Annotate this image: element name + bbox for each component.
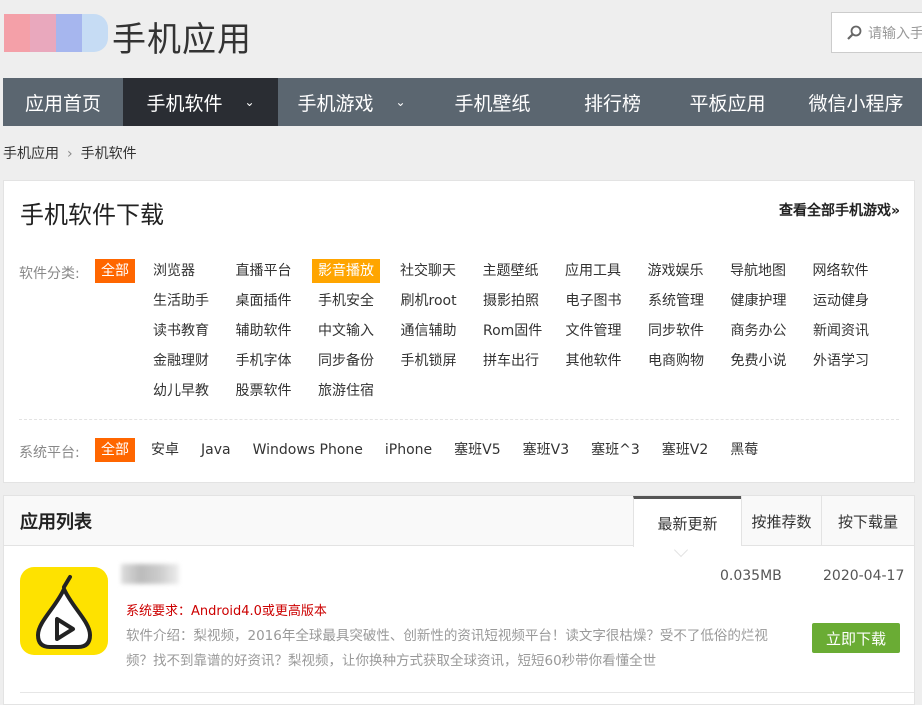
platform-list: 全部安卓 Java Windows Phone iPhone 塞班V5 塞班V3 塞班^3 塞… (95, 438, 764, 462)
category-item[interactable]: 桌面插件 (230, 289, 313, 313)
category-item[interactable]: 股票软件 (230, 379, 313, 403)
category-item[interactable]: 幼儿早教 (147, 379, 230, 403)
search-placeholder: 请输入手 (868, 23, 922, 43)
filter-panel: 手机软件下载 查看全部手机游戏» 软件分类: 全部 浏览器直播平台影音播放社交聊… (3, 180, 915, 483)
category-item[interactable]: 免费小说 (725, 349, 808, 373)
category-item[interactable]: 通信辅助 (395, 319, 478, 343)
nav-item-label: 平板应用 (689, 89, 765, 116)
category-item[interactable]: 手机字体 (230, 349, 313, 373)
app-date: 2020-04-17 (823, 568, 904, 584)
nav-item-label: 微信小程序 (808, 89, 903, 116)
category-item[interactable]: 电商购物 (642, 349, 725, 373)
nav-item[interactable]: 手机软件 ⌄ (123, 78, 278, 126)
category-list: 浏览器直播平台影音播放社交聊天主题壁纸应用工具游戏娱乐导航地图网络软件生活助手桌… (147, 259, 907, 409)
platform-item[interactable]: 塞班V5 (448, 438, 506, 462)
breadcrumb-home[interactable]: 手机应用 (3, 146, 59, 162)
category-item[interactable]: 同步软件 (642, 319, 725, 343)
category-item[interactable]: 金融理财 (147, 349, 230, 373)
app-icon[interactable] (20, 567, 108, 655)
category-item[interactable]: 手机锁屏 (395, 349, 478, 373)
category-item[interactable]: Rom固件 (477, 319, 560, 343)
category-item[interactable]: 同步备份 (312, 349, 395, 373)
category-item[interactable]: 摄影拍照 (477, 289, 560, 313)
platform-item[interactable]: 塞班V2 (656, 438, 714, 462)
category-item[interactable]: 中文输入 (312, 319, 395, 343)
nav-item-label: 手机软件 (146, 89, 222, 116)
platform-label: 系统平台: (19, 442, 80, 462)
divider (19, 419, 899, 420)
category-item[interactable]: 新闻资讯 (807, 319, 890, 343)
category-item[interactable]: 应用工具 (559, 259, 642, 283)
view-all-link[interactable]: 查看全部手机游戏» (779, 200, 900, 220)
chevron-down-icon[interactable]: ⌄ (244, 95, 254, 109)
category-all[interactable]: 全部 (95, 259, 135, 283)
nav-item-label: 手机游戏 (297, 89, 373, 116)
platform-item[interactable]: 黑莓 (724, 438, 764, 462)
category-item[interactable]: 导航地图 (724, 259, 807, 283)
category-item[interactable]: 辅助软件 (230, 319, 313, 343)
app-list-header: 应用列表 最新更新 按推荐数 按下载量 (4, 496, 914, 546)
tab-downloads[interactable]: 按下载量 (821, 496, 914, 546)
chevron-down-icon[interactable]: ⌄ (395, 95, 405, 109)
category-item[interactable]: 刷机root (395, 289, 478, 313)
category-item[interactable]: 网络软件 (807, 259, 890, 283)
search-icon (846, 25, 862, 41)
nav-item-label: 排行榜 (584, 89, 641, 116)
site-logo[interactable] (4, 14, 108, 52)
app-name-blurred[interactable] (121, 564, 179, 584)
category-item[interactable]: 影音播放 (312, 259, 380, 283)
category-item[interactable]: 外语学习 (807, 349, 890, 373)
nav-item[interactable]: 手机游戏 ⌄ (278, 78, 425, 126)
page-title: 手机软件下载 (20, 195, 164, 230)
app-list-title: 应用列表 (20, 508, 92, 534)
breadcrumb-current[interactable]: 手机软件 (81, 146, 137, 162)
app-description: 软件介绍：梨视频，2016年全球最具突破性、创新性的资讯短视频平台！读文字很枯燥… (126, 624, 781, 674)
tab-latest[interactable]: 最新更新 (633, 496, 741, 547)
nav-item[interactable]: 排行榜 (560, 78, 665, 126)
nav-item-label: 应用首页 (25, 89, 101, 116)
main-nav: 应用首页 手机软件 ⌄ 手机游戏 ⌄ 手机壁纸 排行榜 平板应用 微信小程序 (3, 78, 922, 126)
platform-item[interactable]: 塞班^3 (585, 438, 646, 462)
category-item[interactable]: 商务办公 (725, 319, 808, 343)
platform-item[interactable]: iPhone (379, 438, 438, 462)
category-item[interactable]: 文件管理 (560, 319, 643, 343)
nav-item-label: 手机壁纸 (454, 89, 530, 116)
category-item[interactable]: 直播平台 (230, 259, 313, 283)
platform-item[interactable]: 塞班V3 (517, 438, 575, 462)
category-item[interactable]: 社交聊天 (394, 259, 477, 283)
nav-item[interactable]: 平板应用 (665, 78, 790, 126)
app-size: 0.035MB (720, 568, 782, 584)
nav-item[interactable]: 微信小程序 (790, 78, 922, 126)
category-item[interactable]: 运动健身 (807, 289, 890, 313)
site-title: 手机应用 (112, 12, 252, 61)
platform-item[interactable]: 全部 (95, 438, 135, 462)
platform-item[interactable]: Java (195, 438, 237, 462)
category-item[interactable]: 生活助手 (147, 289, 230, 313)
platform-item[interactable]: Windows Phone (247, 438, 369, 462)
breadcrumb: 手机应用 › 手机软件 (3, 143, 137, 163)
category-item[interactable]: 系统管理 (642, 289, 725, 313)
category-item[interactable]: 健康护理 (725, 289, 808, 313)
breadcrumb-separator: › (67, 146, 73, 162)
category-item[interactable]: 游戏娱乐 (642, 259, 725, 283)
category-item[interactable]: 拼车出行 (477, 349, 560, 373)
category-item[interactable]: 手机安全 (312, 289, 395, 313)
category-item[interactable]: 旅游住宿 (312, 379, 395, 403)
app-requirement: 系统要求：Android4.0或更高版本 (126, 600, 327, 619)
app-list-panel: 应用列表 最新更新 按推荐数 按下载量 0.035MB 2020-04-17 系… (3, 495, 915, 705)
nav-item[interactable]: 手机壁纸 (425, 78, 560, 126)
sort-tabs: 最新更新 按推荐数 按下载量 (633, 496, 914, 546)
download-button[interactable]: 立即下载 (812, 623, 900, 653)
search-input[interactable]: 请输入手 (831, 12, 922, 53)
tab-recommended[interactable]: 按推荐数 (741, 496, 821, 546)
pear-video-icon (20, 567, 108, 655)
category-label: 软件分类: (19, 263, 80, 283)
category-item[interactable]: 电子图书 (560, 289, 643, 313)
category-item[interactable]: 浏览器 (147, 259, 230, 283)
platform-item[interactable]: 安卓 (145, 438, 185, 462)
category-item[interactable]: 其他软件 (560, 349, 643, 373)
category-item[interactable]: 主题壁纸 (477, 259, 560, 283)
nav-item[interactable]: 应用首页 (3, 78, 123, 126)
category-item[interactable]: 读书教育 (147, 319, 230, 343)
